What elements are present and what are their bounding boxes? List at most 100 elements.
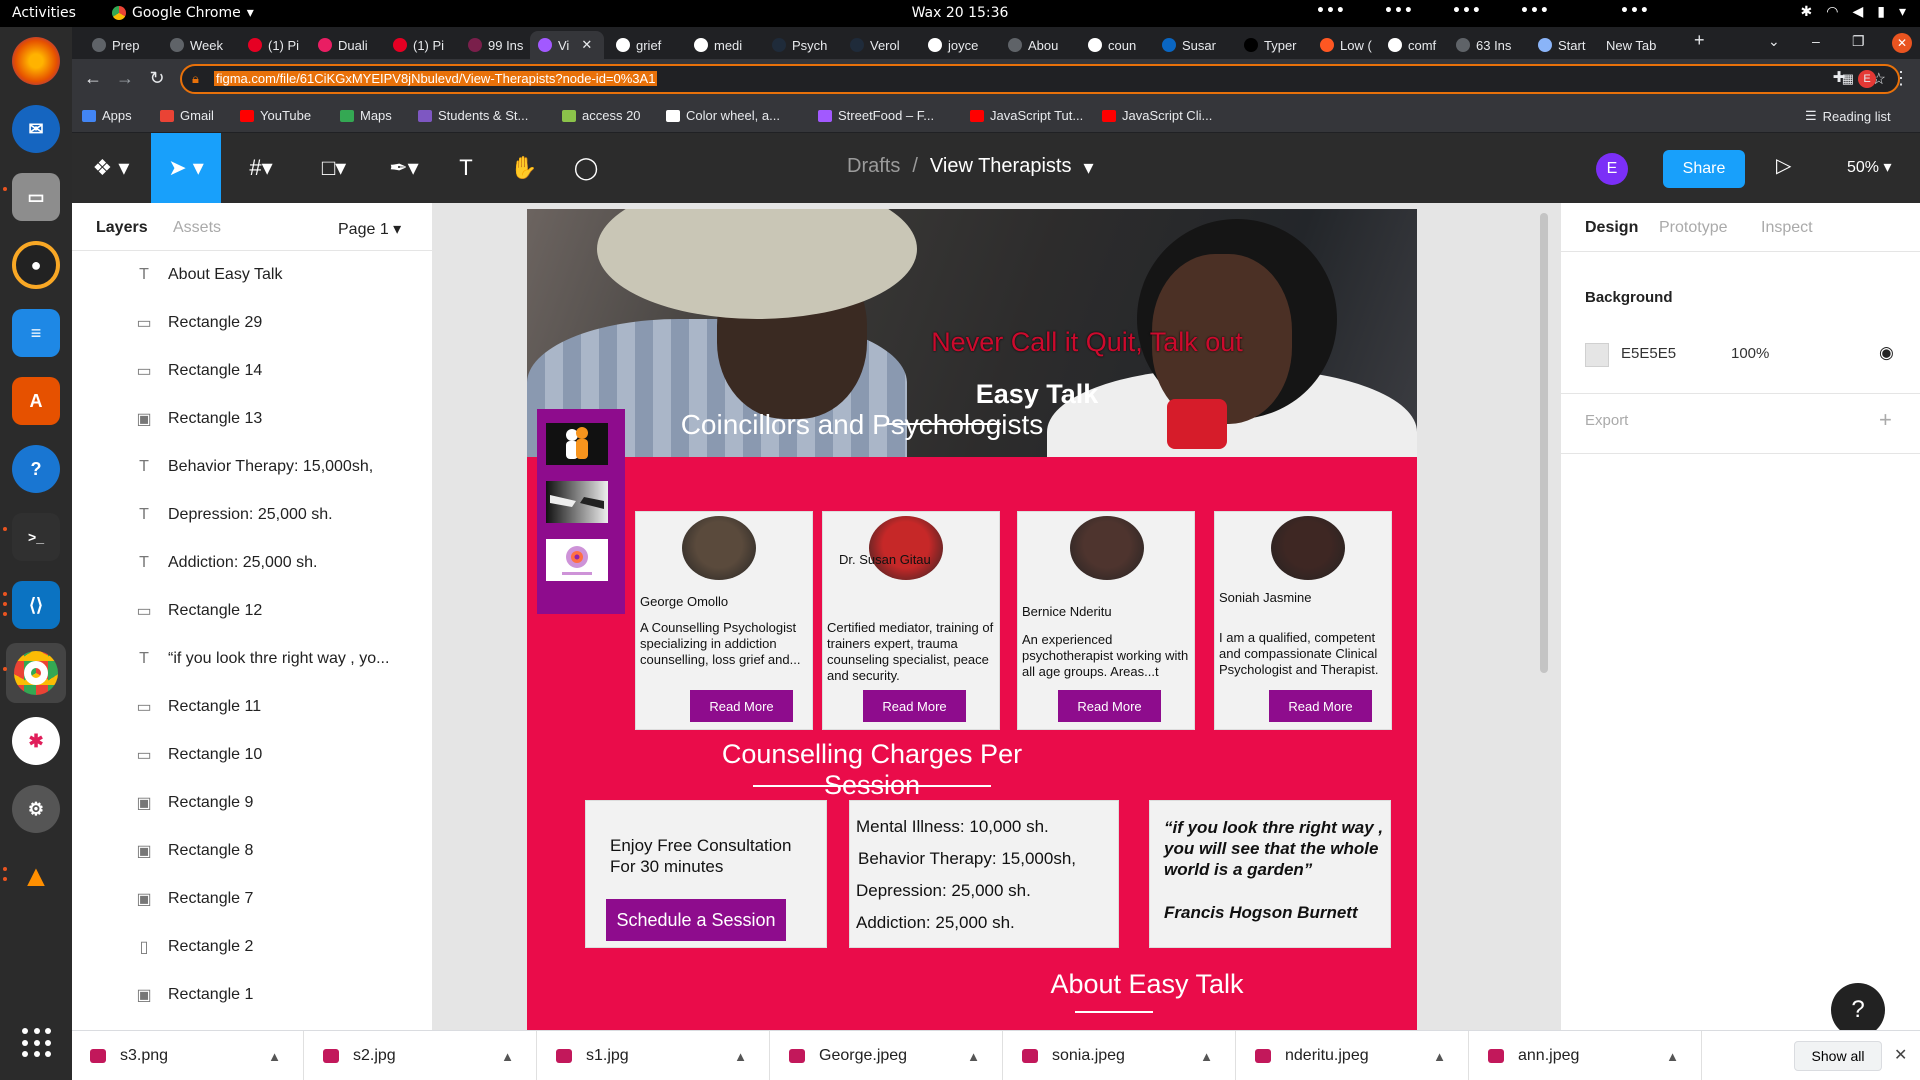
frame-tool-icon[interactable]: #▾ — [227, 133, 295, 203]
design-canvas[interactable]: Never Call it Quit, Talk out Easy Talk C… — [433, 203, 1560, 1030]
browser-tab[interactable]: joyce — [920, 31, 996, 59]
bookmark-item[interactable]: Gmail — [160, 108, 214, 123]
bookmark-item[interactable]: StreetFood – F... — [818, 108, 934, 123]
file-name[interactable]: View Therapists — [930, 155, 1072, 180]
browser-tab[interactable]: Prep — [84, 31, 158, 59]
schedule-session-button[interactable]: Schedule a Session — [606, 899, 786, 941]
hand-tool-icon[interactable]: ✋ — [494, 133, 554, 203]
layer-row[interactable]: ▣ Rectangle 8 — [72, 827, 433, 875]
read-more-button[interactable]: Read More — [1269, 690, 1372, 722]
user-avatar[interactable]: E — [1596, 153, 1628, 185]
download-item[interactable]: George.jpeg ▲ — [771, 1031, 1003, 1080]
tab-close-icon[interactable]: ✕ — [581, 37, 592, 53]
layer-row[interactable]: ▭ Rectangle 14 — [72, 347, 433, 395]
layer-row[interactable]: T Depression: 25,000 sh. — [72, 491, 433, 539]
add-export-icon[interactable]: + — [1879, 407, 1892, 433]
files-icon[interactable]: ▭ — [12, 173, 60, 221]
download-item[interactable]: sonia.jpeg ▲ — [1004, 1031, 1236, 1080]
read-more-button[interactable]: Read More — [690, 690, 793, 722]
show-all-button[interactable]: Show all — [1794, 1041, 1882, 1071]
tab-assets[interactable]: Assets — [173, 219, 221, 237]
software-center-icon[interactable]: A — [12, 377, 60, 425]
indicator-dots-icon[interactable]: ••• — [1316, 3, 1346, 19]
layer-row[interactable]: ▯ Rectangle 2 — [72, 923, 433, 971]
browser-tab[interactable]: coun — [1080, 31, 1150, 59]
layer-row[interactable]: ▣ Rectangle 13 — [72, 395, 433, 443]
tab-inspect[interactable]: Inspect — [1761, 219, 1813, 237]
show-applications-icon[interactable] — [22, 1028, 52, 1058]
vscode-icon[interactable]: ⟨⟩ — [12, 581, 60, 629]
browser-tab[interactable]: (1) Pi — [240, 31, 306, 59]
browser-tab[interactable]: Low ( — [1312, 31, 1376, 59]
layer-row[interactable]: ▭ Rectangle 10 — [72, 731, 433, 779]
close-window-icon[interactable]: ✕ — [1892, 33, 1912, 53]
layer-row[interactable]: T About Easy Talk — [72, 251, 433, 299]
background-swatch[interactable] — [1585, 343, 1609, 367]
tab-design[interactable]: Design — [1585, 219, 1638, 237]
background-opacity-input[interactable]: 100% — [1731, 345, 1769, 362]
comment-tool-icon[interactable]: ◯ — [556, 133, 616, 203]
indicator-dots-icon[interactable]: ••• — [1452, 3, 1482, 19]
psychology-logo-icon[interactable] — [546, 539, 608, 581]
forward-icon[interactable]: → — [114, 68, 136, 89]
canvas-scrollbar[interactable] — [1540, 213, 1548, 673]
chevron-up-icon[interactable]: ▲ — [268, 1049, 281, 1064]
breadcrumb-drafts[interactable]: Drafts — [847, 155, 900, 180]
vlc-icon[interactable]: ▲ — [12, 853, 60, 901]
browser-tab[interactable]: 63 Ins — [1448, 31, 1526, 59]
download-item[interactable]: s2.jpg ▲ — [305, 1031, 537, 1080]
layer-row[interactable]: T Addiction: 25,000 sh. — [72, 539, 433, 587]
writer-icon[interactable]: ≡ — [12, 309, 60, 357]
chrome-icon[interactable] — [6, 643, 66, 703]
address-bar[interactable]: 🔒︎ figma.com/file/61CiKGxMYEIPV8jNbulevd… — [180, 64, 1900, 94]
download-item[interactable]: nderitu.jpeg ▲ — [1237, 1031, 1469, 1080]
download-item[interactable]: s1.jpg ▲ — [538, 1031, 770, 1080]
new-tab-icon[interactable]: + — [1694, 30, 1705, 51]
browser-tab[interactable]: Abou — [1000, 31, 1076, 59]
page-selector[interactable]: Page 1 ▾ — [338, 219, 401, 239]
layer-row[interactable]: ▭ Rectangle 29 — [72, 299, 433, 347]
system-tray[interactable]: ✱ ◠ ◀ ▮ ▾ — [1801, 4, 1906, 20]
extensions-icon[interactable]: ✚ — [1828, 68, 1850, 86]
browser-tab[interactable]: (1) Pi — [385, 31, 457, 59]
reload-icon[interactable]: ↻ — [146, 68, 168, 89]
chevron-up-icon[interactable]: ▲ — [1433, 1049, 1446, 1064]
bookmark-item[interactable]: YouTube — [240, 108, 311, 123]
people-hug-icon[interactable] — [546, 423, 608, 465]
profile-avatar[interactable]: E — [1858, 70, 1876, 88]
layer-row[interactable]: ▣ Rectangle 1 — [72, 971, 433, 1019]
rhythmbox-icon[interactable]: ● — [12, 241, 60, 289]
browser-tab[interactable]: Start — [1530, 31, 1594, 59]
browser-tab[interactable]: Susar — [1154, 31, 1232, 59]
chevron-up-icon[interactable]: ▲ — [734, 1049, 747, 1064]
download-item[interactable]: s3.png ▲ — [72, 1031, 304, 1080]
helping-hand-icon[interactable] — [546, 481, 608, 523]
present-play-icon[interactable]: ▷ — [1776, 153, 1791, 178]
layer-row[interactable]: ▣ Rectangle 9 — [72, 779, 433, 827]
browser-tab[interactable]: comf — [1380, 31, 1444, 59]
download-item[interactable]: ann.jpeg ▲ — [1470, 1031, 1702, 1080]
chevron-up-icon[interactable]: ▲ — [1200, 1049, 1213, 1064]
browser-tab[interactable]: Week — [162, 31, 236, 59]
layer-row[interactable]: ▭ Rectangle 12 — [72, 587, 433, 635]
minimize-icon[interactable]: – — [1812, 33, 1820, 49]
reading-list[interactable]: ☰ Reading list — [1805, 108, 1891, 124]
bookmark-item[interactable]: JavaScript Cli... — [1102, 108, 1212, 123]
bookmark-item[interactable]: Students & St... — [418, 108, 528, 123]
shape-tool-icon[interactable]: □▾ — [300, 133, 368, 203]
tab-prototype[interactable]: Prototype — [1659, 219, 1727, 237]
eye-visibility-icon[interactable]: ◉ — [1879, 343, 1894, 363]
zoom-dropdown[interactable]: 50% ▾ — [1847, 157, 1892, 177]
help-button[interactable]: ? — [1831, 983, 1885, 1037]
back-icon[interactable]: ← — [82, 68, 104, 89]
lock-icon[interactable]: 🔒︎ — [192, 71, 199, 87]
pen-tool-icon[interactable]: ✒▾ — [370, 133, 438, 203]
url-text[interactable]: figma.com/file/61CiKGxMYEIPV8jNbulevd/Vi… — [214, 71, 658, 86]
activities-button[interactable]: Activities — [12, 5, 76, 21]
tab-layers[interactable]: Layers — [96, 219, 148, 237]
browser-tab[interactable]: Duali — [310, 31, 382, 59]
indicator-dots-icon[interactable]: ••• — [1384, 3, 1414, 19]
browser-tab[interactable]: Vi ✕ — [530, 31, 604, 59]
clock[interactable]: Wax 20 15:36 — [905, 5, 1015, 21]
help-icon[interactable]: ? — [12, 445, 60, 493]
